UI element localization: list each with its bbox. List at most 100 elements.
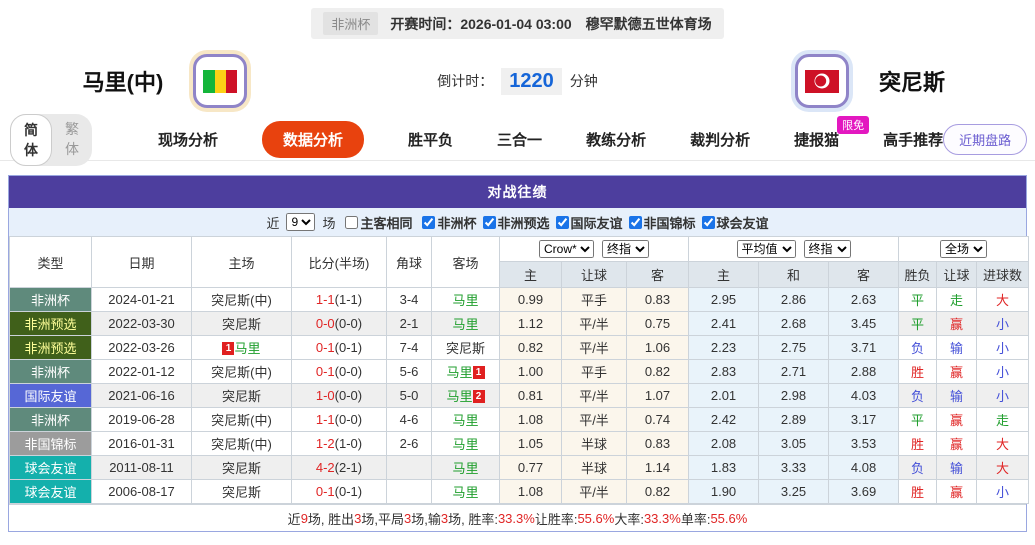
scope-select[interactable]: 全场: [940, 240, 988, 258]
handicap-odds: 0.83: [625, 431, 690, 456]
match-count-select[interactable]: 9: [286, 213, 316, 231]
sub-header-主: 主: [499, 261, 562, 288]
summary-stat: 3: [440, 510, 449, 526]
corner-cell: 4-6: [386, 407, 432, 432]
same-venue-checkbox[interactable]: 主客相同: [339, 213, 412, 232]
handicap-odds: 平/半: [561, 311, 627, 336]
league-checkbox[interactable]: [701, 215, 715, 229]
league-filter-非洲预选[interactable]: 非洲预选: [477, 213, 550, 232]
lang-simplified[interactable]: 简体: [10, 113, 52, 166]
nav-tab-捷报猫[interactable]: 捷报猫 限免: [794, 116, 870, 150]
home-team-name: 突尼斯: [221, 461, 261, 476]
h2h-panel: 对战往绩 近 9 场 主客相同 非洲杯 非洲预选 国际友谊 非国锦标 球会友谊 类型 日期…: [8, 175, 1030, 532]
home-team-name: 马里: [234, 341, 261, 356]
result-cell: 赢: [936, 407, 978, 432]
match-date: 2011-08-11: [91, 455, 192, 480]
odds-stage-select[interactable]: 终指: [602, 240, 649, 258]
europe-type-select[interactable]: 平均值: [736, 240, 796, 258]
half-time-score: (1-0): [334, 436, 363, 451]
handicap-odds: 0.81: [499, 383, 562, 408]
league-chip: 非洲杯: [323, 12, 379, 35]
home-team-cell: 突尼斯: [191, 479, 292, 504]
nav-tab-三合一[interactable]: 三合一: [497, 129, 542, 150]
summary-stat: 3: [354, 510, 362, 526]
summary-text: 近: [287, 511, 301, 527]
handicap-odds: 0.77: [499, 455, 562, 480]
nav-tab-数据分析[interactable]: 数据分析: [262, 121, 365, 158]
league-filter-球会友谊[interactable]: 球会友谊: [696, 213, 769, 232]
away-team-name: 马里: [452, 413, 479, 428]
table-row: 国际友谊 2021-06-16 突尼斯 1-0(0-0) 5-0 马里 2 0.81 平/半 1.…: [9, 383, 1030, 408]
away-team-name: 突尼斯: [878, 70, 945, 95]
nav-tab-高手推荐[interactable]: 高手推荐: [883, 129, 943, 150]
away-team-name: 马里: [452, 461, 479, 476]
handicap-odds: 1.06: [625, 335, 690, 360]
nav-tab-教练分析[interactable]: 教练分析: [586, 129, 646, 150]
away-team-name: 马里: [452, 485, 479, 500]
corner-cell: 2-6: [386, 431, 432, 456]
recent-odds-button[interactable]: 近期盘路: [943, 124, 1028, 155]
league-checkbox[interactable]: [482, 215, 496, 229]
league-checkbox[interactable]: [555, 215, 569, 229]
league-filter-国际友谊[interactable]: 国际友谊: [550, 213, 623, 232]
handicap-odds: 1.12: [499, 311, 562, 336]
result-cell: 赢: [936, 479, 978, 504]
half-time-score: (0-0): [334, 412, 363, 427]
language-toggle[interactable]: 简体 繁体: [10, 113, 92, 166]
summary-text: 单率:: [680, 511, 711, 527]
corner-cell: 2-1: [386, 311, 432, 336]
score-cell: 1-1(0-0): [291, 407, 387, 432]
match-date: 2022-03-26: [91, 335, 192, 360]
result-cell: 小: [976, 383, 1030, 408]
odds-company-select[interactable]: Crow*: [539, 240, 594, 258]
handicap-odds: 平手: [561, 287, 627, 312]
full-time-score: 0-1: [315, 364, 335, 379]
corner-cell: [386, 479, 432, 504]
table-row: 非洲杯 2019-06-28 突尼斯(中) 1-1(0-0) 4-6 马里 1.08 平/半 0…: [9, 407, 1030, 432]
nav-tab-裁判分析[interactable]: 裁判分析: [690, 129, 750, 150]
result-cell: 小: [976, 335, 1030, 360]
free-badge: 限免: [837, 116, 870, 134]
league-checkbox[interactable]: [422, 215, 436, 229]
home-team-name: 马里(中): [82, 70, 164, 95]
table-select-row: 类型 日期 主场 比分(半场) 角球 客场 Crow* 终指 平均值 终指 全场: [9, 236, 1030, 288]
filter-prefix: 近: [266, 215, 280, 231]
europe-odds: 3.53: [828, 431, 900, 456]
result-cell: 平: [898, 407, 938, 432]
half-time-score: (0-0): [334, 388, 363, 403]
summary-stat: 33.3%: [497, 510, 535, 526]
sub-header-客: 客: [625, 261, 690, 288]
corner-cell: 7-4: [386, 335, 432, 360]
home-team-cell: 突尼斯(中): [191, 407, 292, 432]
countdown-label: 倒计时：: [437, 73, 494, 89]
away-team-name: 马里: [452, 317, 479, 332]
match-type: 非洲杯: [9, 287, 92, 312]
handicap-odds: 平手: [561, 359, 627, 384]
handicap-odds: 半球: [561, 455, 627, 480]
lang-traditional[interactable]: 繁体: [52, 114, 92, 166]
score-cell: 4-2(2-1): [291, 455, 387, 480]
europe-stage-select[interactable]: 终指: [803, 240, 851, 258]
europe-odds: 2.86: [758, 287, 830, 312]
result-cell: 小: [976, 479, 1030, 504]
home-team-name: 突尼斯(中): [211, 413, 272, 428]
result-cell: 赢: [936, 431, 978, 456]
score-cell: 0-1(0-1): [291, 479, 387, 504]
league-filter-非国锦标[interactable]: 非国锦标: [623, 213, 696, 232]
europe-odds: 2.41: [688, 311, 760, 336]
table-row: 非洲杯 2022-01-12 突尼斯(中) 0-1(0-0) 5-6 马里 1 1.00 平手 0…: [9, 359, 1030, 384]
nav-tab-胜平负[interactable]: 胜平负: [408, 129, 453, 150]
home-team-name: 突尼斯: [221, 389, 261, 404]
europe-odds: 2.42: [688, 407, 760, 432]
nav-tab-现场分析[interactable]: 现场分析: [158, 129, 218, 150]
match-type: 球会友谊: [9, 455, 92, 480]
table-row: 非洲杯 2024-01-21 突尼斯(中) 1-1(1-1) 3-4 马里 0.99 平手 0.…: [9, 287, 1030, 312]
handicap-odds: 0.83: [625, 287, 690, 312]
same-venue-input[interactable]: [345, 215, 359, 229]
handicap-odds: 0.82: [499, 335, 562, 360]
league-filter-非洲杯[interactable]: 非洲杯: [416, 213, 477, 232]
league-checkbox[interactable]: [628, 215, 642, 229]
sub-header-和: 和: [758, 261, 830, 288]
match-date: 2021-06-16: [91, 383, 192, 408]
result-cell: 负: [898, 383, 938, 408]
